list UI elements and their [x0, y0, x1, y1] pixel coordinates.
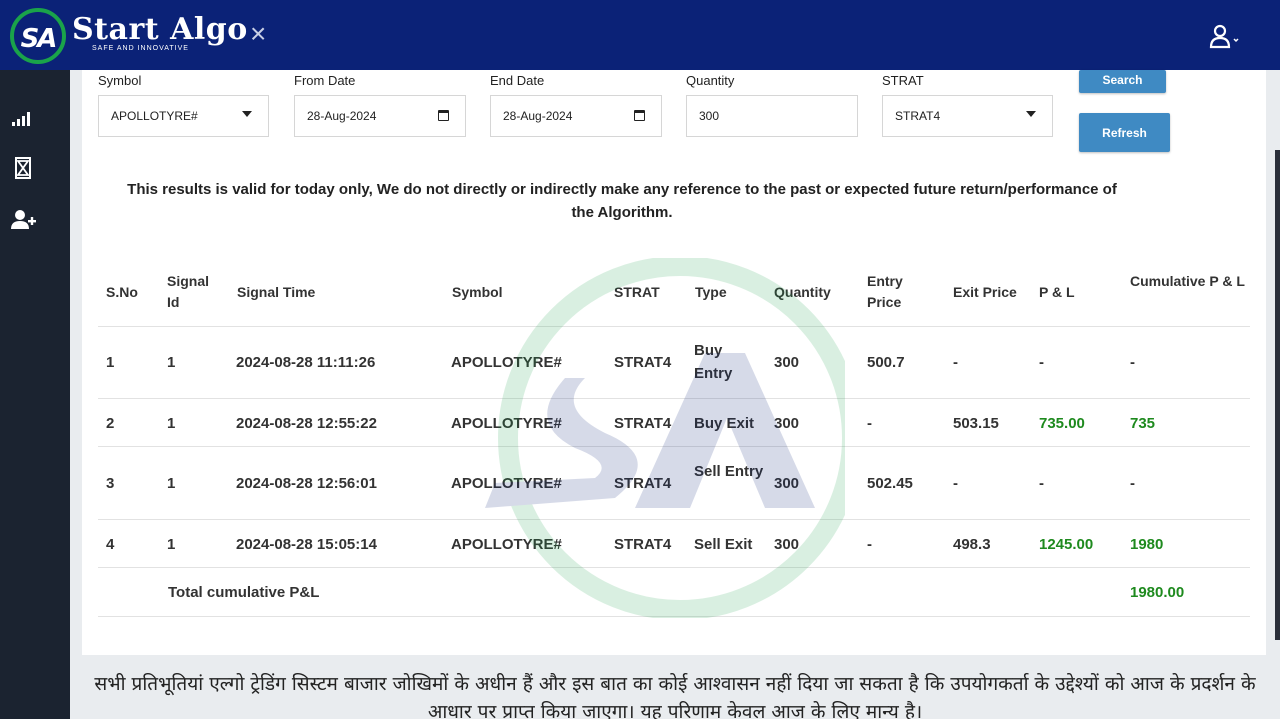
cell-type: Buy Entry: [694, 342, 733, 382]
header-signal-time: Signal Time: [237, 284, 316, 300]
cell-pnl: -: [1039, 475, 1044, 492]
search-button[interactable]: Search: [1079, 70, 1166, 93]
cell-pnl: 735.00: [1039, 415, 1085, 432]
cell-strat: STRAT4: [614, 354, 672, 371]
row-divider: [98, 567, 1250, 568]
close-icon[interactable]: ×: [250, 20, 266, 48]
header-strat: STRAT: [614, 284, 660, 300]
from-date-input[interactable]: 28-Aug-2024: [294, 95, 466, 137]
end-date-input[interactable]: 28-Aug-2024: [490, 95, 662, 137]
cell-quantity: 300: [774, 415, 800, 432]
cell-quantity: 300: [774, 536, 800, 553]
header-pnl: P & L: [1039, 284, 1075, 300]
cell-cumulative-pnl: -: [1130, 354, 1135, 371]
symbol-value: APOLLOTYRE#: [111, 109, 198, 123]
cell-type: Buy Exit: [694, 415, 755, 432]
strat-select[interactable]: STRAT4: [882, 95, 1053, 137]
header-symbol: Symbol: [452, 284, 503, 300]
cell-pnl: -: [1039, 354, 1044, 371]
refresh-button[interactable]: Refresh: [1079, 113, 1170, 152]
brand-tagline: SAFE AND INNOVATIVE: [92, 45, 189, 52]
cell-sno: 4: [106, 536, 115, 553]
user-menu-icon[interactable]: [1208, 22, 1244, 50]
brand-name: Start Algo: [72, 12, 248, 47]
cell-type: Sell Entry: [694, 463, 764, 480]
cell-strat: STRAT4: [614, 415, 672, 432]
from-date-value: 28-Aug-2024: [307, 109, 377, 123]
symbol-label: Symbol: [98, 73, 142, 88]
end-date-value: 28-Aug-2024: [503, 109, 573, 123]
strat-label: STRAT: [882, 73, 924, 88]
cell-symbol: APOLLOTYRE#: [451, 354, 562, 371]
cell-signal-time: 2024-08-28 12:56:01: [236, 475, 377, 492]
cell-exit-price: -: [953, 354, 958, 371]
scrollbar-thumb[interactable]: [1275, 150, 1280, 640]
cell-signal-id: 1: [167, 354, 176, 371]
chevron-down-icon: [1026, 111, 1036, 117]
logo-icon[interactable]: SA: [10, 8, 66, 64]
cell-exit-price: 498.3: [953, 536, 991, 553]
symbol-select[interactable]: APOLLOTYRE#: [98, 95, 269, 137]
cell-exit-price: 503.15: [953, 415, 999, 432]
cell-symbol: APOLLOTYRE#: [451, 415, 562, 432]
hourglass-icon[interactable]: [11, 156, 35, 180]
add-user-icon[interactable]: [11, 208, 36, 232]
cell-signal-id: 1: [167, 536, 176, 553]
row-divider: [98, 326, 1250, 327]
strat-value: STRAT4: [895, 109, 941, 123]
quantity-value: 300: [699, 109, 720, 123]
cell-cumulative-pnl: -: [1130, 475, 1135, 492]
cell-entry-price: 502.45: [867, 475, 913, 492]
row-divider: [98, 398, 1250, 399]
top-header: SA Start Algo SAFE AND INNOVATIVE ×: [0, 0, 1280, 70]
cell-signal-time: 2024-08-28 15:05:14: [236, 536, 377, 553]
cell-symbol: APOLLOTYRE#: [451, 475, 562, 492]
total-label: Total cumulative P&L: [168, 584, 320, 601]
row-divider: [98, 446, 1250, 447]
header-sno: S.No: [106, 284, 138, 300]
cell-strat: STRAT4: [614, 536, 672, 553]
cell-entry-price: 500.7: [867, 354, 905, 371]
cell-sno: 2: [106, 415, 115, 432]
cell-signal-time: 2024-08-28 12:55:22: [236, 415, 377, 432]
from-date-label: From Date: [294, 73, 356, 88]
header-entry-price: Entry Price: [867, 273, 903, 310]
disclaimer-text: This results is valid for today only, We…: [127, 181, 1117, 221]
row-divider: [98, 616, 1250, 617]
total-value: 1980.00: [1130, 584, 1185, 601]
results-card: Symbol APOLLOTYRE# From Date 28-Aug-2024…: [82, 70, 1266, 655]
sidebar: [0, 70, 70, 719]
end-date-label: End Date: [490, 73, 545, 88]
cell-sno: 3: [106, 475, 115, 492]
header-quantity: Quantity: [774, 284, 831, 300]
cell-strat: STRAT4: [614, 475, 672, 492]
header-exit-price: Exit Price: [953, 284, 1017, 300]
calendar-icon[interactable]: [438, 110, 449, 121]
header-cumulative-pnl: Cumulative P & L: [1130, 273, 1245, 289]
cell-exit-price: -: [953, 475, 958, 492]
header-type: Type: [695, 284, 727, 300]
cell-pnl: 1245.00: [1039, 536, 1094, 553]
cell-entry-price: -: [867, 415, 872, 432]
cell-sno: 1: [106, 354, 115, 371]
quantity-input[interactable]: 300: [686, 95, 858, 137]
cell-quantity: 300: [774, 354, 800, 371]
footer-hindi-disclaimer: सभी प्रतिभूतियां एल्गो ट्रेडिंग सिस्टम ब…: [94, 673, 1256, 719]
signal-bars-icon[interactable]: [11, 106, 35, 130]
calendar-icon[interactable]: [634, 110, 645, 121]
cell-type: Sell Exit: [694, 536, 753, 553]
logo-text: SA: [20, 24, 58, 54]
cell-signal-time: 2024-08-28 11:11:26: [236, 354, 376, 371]
chevron-down-icon: [242, 111, 252, 117]
cell-cumulative-pnl: 735: [1130, 415, 1156, 432]
cell-quantity: 300: [774, 475, 800, 492]
cell-signal-id: 1: [167, 415, 176, 432]
cell-signal-id: 1: [167, 475, 176, 492]
cell-cumulative-pnl: 1980: [1130, 536, 1164, 553]
cell-entry-price: -: [867, 536, 872, 553]
quantity-label: Quantity: [686, 73, 735, 88]
row-divider: [98, 519, 1250, 520]
header-signal-id: Signal Id: [167, 273, 210, 310]
cell-symbol: APOLLOTYRE#: [451, 536, 562, 553]
